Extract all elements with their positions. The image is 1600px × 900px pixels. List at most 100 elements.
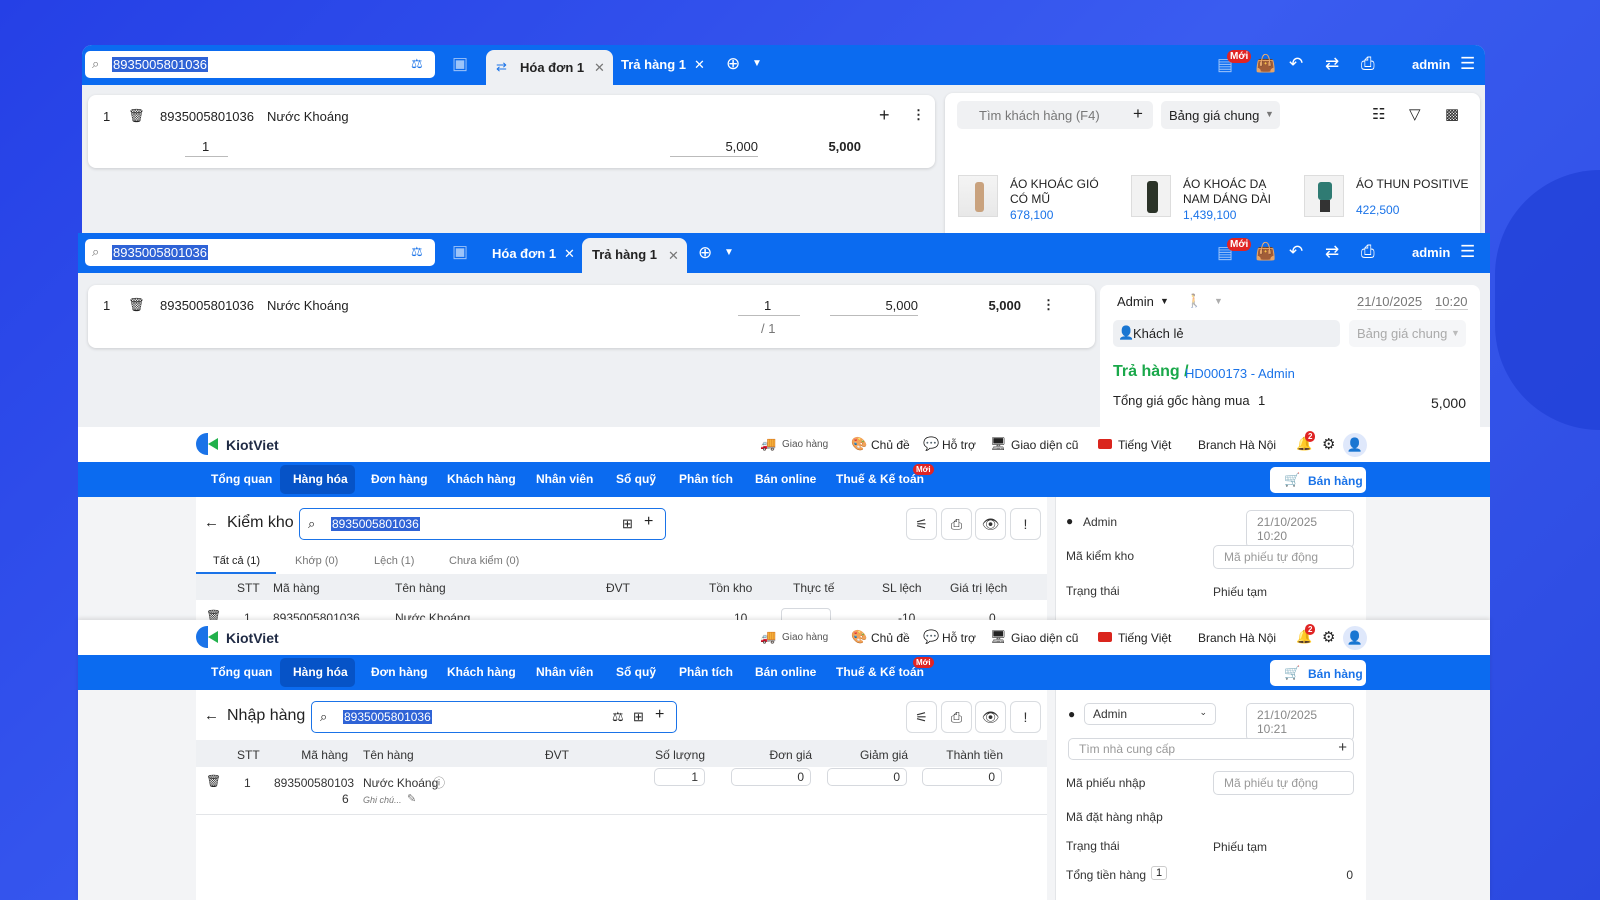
language-select[interactable]: Tiếng Việt [1118, 438, 1171, 452]
print-button[interactable]: ⎙ [941, 701, 972, 733]
back-icon[interactable]: ← [204, 514, 219, 531]
bag-icon[interactable]: 👜 [1255, 54, 1276, 74]
nav-staff[interactable]: Nhân viên [536, 472, 593, 486]
chevron-down-icon[interactable]: ▼ [752, 58, 762, 69]
tab-invoice-1[interactable]: Hóa đơn 1 [492, 246, 556, 261]
product-card[interactable]: ÁO KHOÁC GIÓ CÓ MŨ 678,100 [958, 175, 1118, 230]
back-icon[interactable]: ← [204, 707, 219, 724]
nav-cashbook[interactable]: Sổ quỹ [616, 665, 656, 679]
undo-icon[interactable]: ↶ [1289, 242, 1303, 262]
tab-invoice-1[interactable]: ⇄ Hóa đơn 1 ✕ [486, 50, 613, 85]
scale-icon[interactable]: ⚖ [411, 56, 423, 72]
scale-icon[interactable]: ⚖ [612, 709, 624, 725]
print-button[interactable]: ⎙ [941, 508, 972, 540]
user-name[interactable]: admin [1412, 245, 1450, 260]
theme-link[interactable]: Chủ đề [871, 631, 910, 645]
filter-tab-all[interactable]: Tất cả (1) [213, 555, 260, 567]
list-view-icon[interactable]: ☷ [1372, 105, 1385, 123]
product-card[interactable]: ÁO THUN POSITIVE 422,500 [1304, 175, 1474, 230]
quantity-input[interactable]: 1 [654, 768, 705, 786]
import-search-input[interactable]: ⌕ 8935005801036 ⚖ ⊞ + [311, 701, 677, 733]
user-name[interactable]: admin [1412, 57, 1450, 72]
return-quantity-input[interactable]: 1 [764, 298, 771, 313]
gear-icon[interactable]: ⚙ [1322, 435, 1335, 453]
price-input[interactable]: 5,000 [885, 298, 918, 313]
close-tab-icon[interactable]: ✕ [594, 60, 605, 76]
nav-overview[interactable]: Tổng quan [211, 472, 272, 486]
nav-analytics[interactable]: Phân tích [679, 665, 733, 679]
quantity-input[interactable]: 1 [202, 139, 209, 154]
nav-customers[interactable]: Khách hàng [447, 472, 516, 486]
product-search-input[interactable]: ⌕ 8935005801036 ⚖ [85, 51, 435, 78]
nav-cashbook[interactable]: Sổ quỹ [616, 472, 656, 486]
trash-icon[interactable]: 🗑 [206, 774, 221, 788]
invoice-link[interactable]: HD000173 - Admin [1185, 366, 1295, 381]
support-link[interactable]: Hỗ trợ [942, 438, 976, 452]
trash-icon[interactable]: 🗑 [128, 108, 145, 124]
branch-select[interactable]: Branch Hà Nội [1198, 438, 1276, 452]
add-supplier-icon[interactable]: + [1338, 739, 1347, 756]
nav-products[interactable]: Hàng hóa [293, 472, 348, 486]
trash-icon[interactable]: 🗑 [206, 609, 221, 620]
barcode-settings-button[interactable]: ⚟ [906, 701, 937, 733]
tab-return-1[interactable]: Trả hàng 1 ✕ [582, 238, 687, 273]
tab-return-1[interactable]: Trả hàng 1 [621, 57, 686, 72]
barcode-scan-icon[interactable]: ▣ [452, 242, 468, 262]
sync-icon[interactable]: ⇄ [1325, 54, 1339, 74]
add-tab-icon[interactable]: ⊕ [698, 243, 712, 263]
add-customer-icon[interactable]: + [1133, 104, 1143, 124]
filter-icon[interactable]: ▽ [1409, 105, 1421, 123]
close-tab-icon[interactable]: ✕ [694, 57, 705, 73]
nav-staff[interactable]: Nhân viên [536, 665, 593, 679]
nav-customers[interactable]: Khách hàng [447, 665, 516, 679]
image-view-icon[interactable]: ▩ [1445, 105, 1459, 123]
gear-icon[interactable]: ⚙ [1322, 628, 1335, 646]
printer-icon[interactable]: ⎙ [1361, 54, 1375, 74]
chevron-down-icon[interactable]: ▼ [724, 247, 734, 258]
grid-icon[interactable]: ⊞ [633, 709, 644, 725]
delivery-link[interactable]: Giao hàng [782, 632, 828, 643]
sync-icon[interactable]: ⇄ [1325, 242, 1339, 262]
unit-price-input[interactable]: 0 [731, 768, 811, 786]
customer-field[interactable]: 👤 Khách lẻ [1113, 320, 1340, 347]
time-input[interactable]: 10:20 [1435, 294, 1468, 310]
sell-button[interactable]: 🛒 Bán hàng [1270, 660, 1366, 686]
more-icon[interactable]: ⋮ [912, 107, 925, 123]
undo-icon[interactable]: ↶ [1289, 54, 1303, 74]
nav-orders[interactable]: Đơn hàng [371, 665, 428, 679]
nav-products[interactable]: Hàng hóa [293, 665, 348, 679]
old-ui-link[interactable]: Giao diện cũ [1011, 438, 1078, 452]
staff-select[interactable]: Admin ⌄ [1084, 703, 1216, 725]
menu-icon[interactable]: ☰ [1460, 54, 1475, 74]
price-input[interactable]: 5,000 [725, 139, 758, 154]
stocktake-code-input[interactable]: Mã phiếu tự động [1213, 545, 1354, 569]
line-total-input[interactable]: 0 [922, 768, 1002, 786]
menu-icon[interactable]: ☰ [1460, 242, 1475, 262]
nav-orders[interactable]: Đơn hàng [371, 472, 428, 486]
product-code-link[interactable]: 8935005801036 [273, 611, 360, 620]
actual-quantity-input[interactable] [781, 608, 831, 620]
info-icon[interactable]: ⓘ [433, 774, 445, 791]
price-list-select[interactable]: Bảng giá chung ▼ [1349, 320, 1466, 347]
bag-icon[interactable]: 👜 [1255, 242, 1276, 262]
view-button[interactable]: 👁 [975, 508, 1006, 540]
product-card[interactable]: ÁO KHOÁC DẠ NAM DÁNG DÀI 1,439,100 [1131, 175, 1291, 230]
barcode-settings-button[interactable]: ⚟ [906, 508, 937, 540]
pencil-icon[interactable]: ✎ [407, 792, 416, 805]
product-code-link[interactable]: 893500580103 [274, 776, 354, 790]
walk-icon[interactable]: 🚶 [1186, 293, 1202, 309]
support-link[interactable]: Hỗ trợ [942, 631, 976, 645]
nav-online-sales[interactable]: Bán online [755, 472, 816, 486]
datetime-input[interactable]: 21/10/2025 10:21 [1246, 703, 1354, 741]
grid-icon[interactable]: ⊞ [622, 516, 633, 532]
branch-select[interactable]: Branch Hà Nội [1198, 631, 1276, 645]
add-icon[interactable]: + [644, 513, 653, 531]
stocktake-search-input[interactable]: ⌕ 8935005801036 ⊞ + [299, 508, 666, 540]
price-list-select[interactable]: Bảng giá chung ▼ [1161, 101, 1280, 129]
language-select[interactable]: Tiếng Việt [1118, 631, 1171, 645]
close-tab-icon[interactable]: ✕ [564, 246, 575, 262]
view-button[interactable]: 👁 [975, 701, 1006, 733]
customer-search-input[interactable]: Tìm khách hàng (F4) + [957, 101, 1153, 129]
date-input[interactable]: 21/10/2025 [1357, 294, 1423, 310]
add-icon[interactable]: + [655, 706, 664, 724]
